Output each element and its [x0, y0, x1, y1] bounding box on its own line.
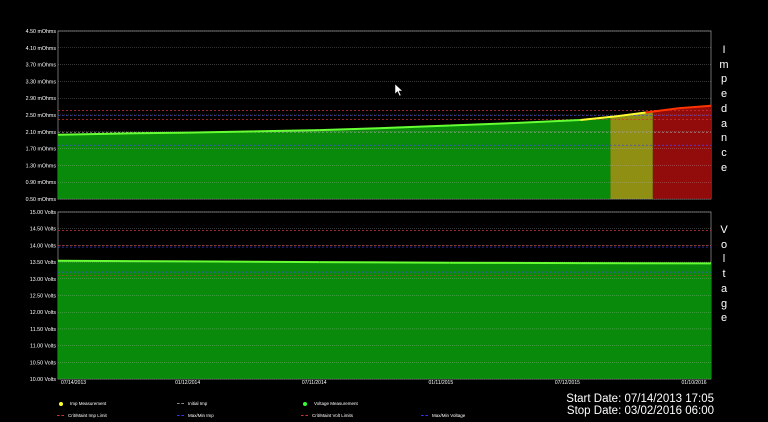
legend-imp-measurement: Imp Measurement	[57, 401, 106, 406]
voltage-y-tick-label: 14.50 Volts	[30, 227, 57, 233]
impedance-axis-title-letter: I	[722, 44, 726, 56]
voltage-measurement-line	[57, 259, 189, 263]
voltage-y-tick-label: 12.50 Volts	[30, 294, 57, 300]
voltage-y-tick-label: 11.50 Volts	[30, 327, 56, 333]
impedance-y-tick-label: 3.70 mOhms	[26, 63, 57, 69]
voltage-axis-title-letter: l	[722, 253, 726, 266]
impedance-axis-title-letter: m	[719, 58, 729, 71]
impedance-axis-title: Impedance	[716, 43, 732, 175]
voltage-measurement-line	[188, 260, 320, 264]
legend-max-min-voltage: Max/Min Voltage	[421, 413, 465, 418]
voltage-y-tick-label: 14.00 Volts	[30, 243, 57, 249]
voltage-measurement-line	[319, 261, 450, 264]
impedance-y-tick-label: 2.90 mOhms	[26, 96, 57, 102]
impedance-measurement-line	[123, 131, 189, 135]
legend-swatch-icon	[177, 403, 184, 405]
legend-crit-maint-volt-limits: Crit/Maint Volt Limits	[301, 413, 353, 418]
start-date: Start Date: 07/14/2013 17:05	[566, 393, 714, 405]
impedance-measurement-line	[253, 129, 320, 133]
impedance-measurement-line	[188, 130, 254, 134]
impedance-axis-title-letter: p	[720, 73, 728, 86]
impedance-y-tick-label: 1.30 mOhms	[26, 163, 57, 169]
voltage-zone-ok	[58, 260, 711, 379]
impedance-measurement-line	[57, 132, 124, 136]
impedance-y-tick-label: 0.50 mOhms	[26, 197, 57, 203]
impedance-axis-title-letter: c	[721, 146, 727, 159]
legend-swatch-icon	[177, 415, 184, 417]
impedance-axis-title-letter: n	[720, 132, 728, 145]
legend-swatch-icon	[303, 401, 307, 406]
x-tick-label: 07/12/2015	[555, 380, 580, 386]
impedance-axis-title-letter: e	[720, 161, 728, 174]
voltage-y-tick-label: 13.00 Volts	[30, 277, 57, 283]
impedance-y-tick-label: 0.90 mOhms	[26, 180, 57, 186]
voltage-axis-title-letter: g	[720, 297, 728, 310]
voltage-y-tick-label: 10.00 Volts	[30, 377, 57, 383]
voltage-y-tick-label: 12.00 Volts	[30, 310, 57, 316]
voltage-axis-title-letter: t	[722, 268, 726, 281]
x-tick-label: 01/11/2015	[428, 380, 453, 386]
impedance-zone-maintenance	[610, 111, 653, 199]
voltage-y-tick-label: 15.00 Volts	[30, 210, 57, 216]
x-tick-label: 01/12/2014	[175, 380, 200, 386]
impedance-y-tick-label: 4.10 mOhms	[26, 46, 57, 52]
legend-initial-imp: Initial Imp	[177, 401, 207, 406]
impedance-axis-title-letter: e	[720, 88, 728, 101]
voltage-y-tick-label: 11.00 Volts	[30, 344, 56, 350]
impedance-y-tick-label: 2.50 mOhms	[26, 113, 57, 119]
voltage-axis-title-letter: a	[720, 282, 728, 295]
legend-swatch-icon	[301, 415, 308, 417]
voltage-y-tick-label: 10.50 Volts	[30, 360, 57, 366]
x-tick-label: 07/14/2013	[61, 380, 86, 386]
stop-date: Stop Date: 03/02/2016 06:00	[566, 405, 714, 417]
voltage-axis-title: Voltage	[716, 223, 732, 326]
chart-area: 4.50 mOhms 4.10 mOhms 3.70 mOhms 3.30 mOhms…	[26, 29, 712, 386]
legend-voltage-measurement: Voltage Measurement	[301, 401, 358, 406]
impedance-y-tick-label: 1.70 mOhms	[26, 147, 57, 153]
x-tick-label: 01/10/2016	[681, 380, 706, 386]
legend-swatch-icon	[59, 401, 63, 406]
impedance-y-tick-label: 3.30 mOhms	[26, 79, 57, 85]
impedance-axis-title-letter: d	[720, 102, 728, 115]
voltage-axis-title-letter: V	[720, 224, 728, 236]
impedance-axis-title-letter: a	[720, 117, 728, 130]
legend-swatch-icon	[421, 415, 428, 417]
impedance-y-tick-label: 2.10 mOhms	[26, 130, 57, 136]
legend-swatch-icon	[57, 415, 64, 417]
voltage-y-tick-label: 13.50 Volts	[30, 260, 57, 266]
impedance-y-tick-label: 4.50 mOhms	[26, 29, 57, 35]
legend-crit-maint-imp-limit: Crit/Maint Imp Limit	[57, 413, 107, 418]
voltage-axis-title-letter: o	[720, 238, 728, 251]
voltage-axis-title-letter: e	[720, 312, 728, 325]
date-range: Start Date: 07/14/2013 17:05 Stop Date: …	[556, 393, 714, 417]
x-tick-label: 07/11/2014	[302, 380, 327, 386]
legend-max-min-imp: Max/Min Imp	[177, 413, 214, 418]
